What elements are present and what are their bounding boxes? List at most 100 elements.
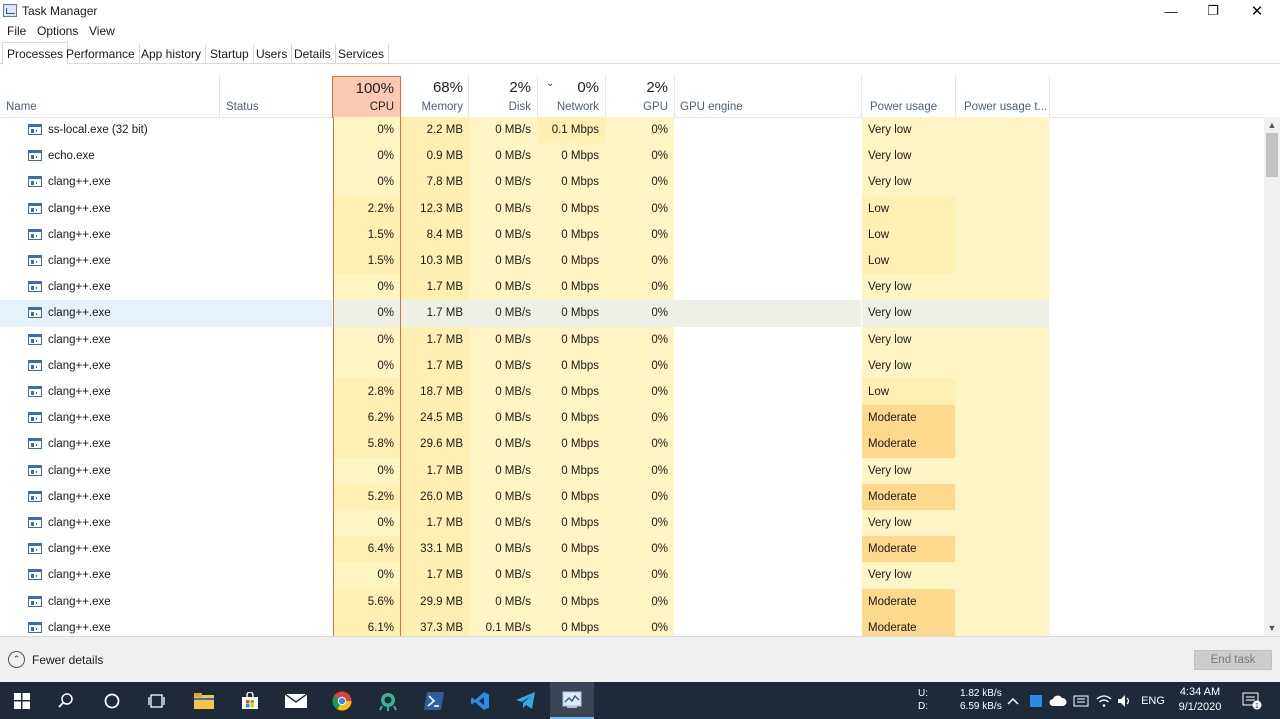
process-row[interactable]: clang++.exe 5.6% 29.9 MB 0 MB/s 0 Mbps 0… bbox=[0, 588, 1264, 615]
col-status[interactable]: Status bbox=[220, 76, 332, 118]
process-memory: 33.1 MB bbox=[401, 536, 469, 563]
tab-processes[interactable]: Processes bbox=[2, 42, 69, 65]
col-name[interactable]: Name bbox=[0, 76, 219, 118]
scroll-thumb[interactable] bbox=[1266, 133, 1278, 177]
chrome-icon[interactable] bbox=[320, 682, 364, 719]
process-row[interactable]: clang++.exe 2.2% 12.3 MB 0 MB/s 0 Mbps 0… bbox=[0, 195, 1264, 222]
col-cpu[interactable]: 100% CPU bbox=[332, 76, 401, 118]
process-gpu-engine bbox=[674, 458, 861, 484]
vertical-scrollbar[interactable]: ▲ ▼ bbox=[1264, 117, 1280, 636]
mail-icon[interactable] bbox=[274, 682, 318, 719]
process-cpu: 5.6% bbox=[333, 588, 401, 615]
process-row[interactable]: clang++.exe 5.8% 29.6 MB 0 MB/s 0 Mbps 0… bbox=[0, 431, 1264, 458]
process-gpu: 0% bbox=[605, 326, 674, 353]
process-memory: 29.9 MB bbox=[401, 588, 469, 615]
store-icon[interactable] bbox=[228, 682, 272, 719]
process-icon bbox=[28, 621, 42, 633]
process-gpu: 0% bbox=[605, 405, 674, 432]
menu-options[interactable]: Options bbox=[37, 24, 78, 38]
col-name-label: Name bbox=[6, 101, 37, 113]
process-row[interactable]: clang++.exe 0% 1.7 MB 0 MB/s 0 Mbps 0% V… bbox=[0, 562, 1264, 589]
process-row[interactable]: clang++.exe 0% 1.7 MB 0 MB/s 0 Mbps 0% V… bbox=[0, 457, 1264, 484]
menu-file[interactable]: File bbox=[7, 24, 26, 38]
process-row[interactable]: clang++.exe 6.2% 24.5 MB 0 MB/s 0 Mbps 0… bbox=[0, 405, 1264, 432]
col-memory[interactable]: 68% Memory bbox=[401, 76, 469, 118]
close-button[interactable]: ✕ bbox=[1234, 0, 1280, 22]
process-row[interactable]: clang++.exe 2.8% 18.7 MB 0 MB/s 0 Mbps 0… bbox=[0, 379, 1264, 406]
process-row[interactable]: clang++.exe 0% 1.7 MB 0 MB/s 0 Mbps 0% V… bbox=[0, 510, 1264, 537]
process-row[interactable]: clang++.exe 0% 1.7 MB 0 MB/s 0 Mbps 0% V… bbox=[0, 326, 1264, 353]
onedrive-icon[interactable] bbox=[1048, 682, 1068, 719]
process-gpu: 0% bbox=[605, 248, 674, 275]
scroll-down-icon[interactable]: ▼ bbox=[1264, 620, 1280, 636]
app-tray-icon[interactable] bbox=[1028, 682, 1044, 719]
process-cpu: 1.5% bbox=[333, 248, 401, 275]
process-row[interactable]: clang++.exe 5.2% 26.0 MB 0 MB/s 0 Mbps 0… bbox=[0, 483, 1264, 510]
process-network: 0 Mbps bbox=[537, 248, 605, 275]
process-row[interactable]: clang++.exe 1.5% 8.4 MB 0 MB/s 0 Mbps 0%… bbox=[0, 221, 1264, 248]
process-row[interactable]: clang++.exe 0% 1.7 MB 0 MB/s 0 Mbps 0% V… bbox=[0, 300, 1264, 327]
tab-startup[interactable]: Startup bbox=[206, 44, 254, 64]
process-row[interactable]: clang++.exe 0% 7.8 MB 0 MB/s 0 Mbps 0% V… bbox=[0, 169, 1264, 196]
input-method-icon[interactable] bbox=[1072, 682, 1090, 719]
process-row[interactable]: echo.exe 0% 0.9 MB 0 MB/s 0 Mbps 0% Very… bbox=[0, 143, 1264, 170]
scroll-up-icon[interactable]: ▲ bbox=[1264, 117, 1280, 133]
process-cpu: 2.2% bbox=[333, 195, 401, 222]
process-memory: 24.5 MB bbox=[401, 405, 469, 432]
gitkraken-icon[interactable] bbox=[366, 682, 410, 719]
search-icon[interactable] bbox=[44, 682, 88, 719]
col-gpu-engine[interactable]: GPU engine bbox=[674, 76, 861, 118]
process-name: clang++.exe bbox=[48, 621, 111, 634]
vscode-icon[interactable] bbox=[458, 682, 502, 719]
process-gpu: 0% bbox=[605, 117, 674, 144]
process-row[interactable]: clang++.exe 0% 1.7 MB 0 MB/s 0 Mbps 0% V… bbox=[0, 274, 1264, 301]
tab-app-history[interactable]: App history bbox=[137, 44, 207, 64]
process-row[interactable]: ss-local.exe (32 bit) 0% 2.2 MB 0 MB/s 0… bbox=[0, 117, 1264, 144]
tab-services[interactable]: Services bbox=[334, 44, 390, 64]
process-row[interactable]: clang++.exe 6.4% 33.1 MB 0 MB/s 0 Mbps 0… bbox=[0, 536, 1264, 563]
restore-button[interactable]: ❐ bbox=[1190, 0, 1236, 22]
start-windows-icon[interactable] bbox=[0, 682, 44, 719]
task-manager-taskbar-icon[interactable] bbox=[550, 682, 594, 719]
window-title: Task Manager bbox=[22, 4, 98, 18]
col-cpu-label: CPU bbox=[369, 101, 394, 113]
process-gpu: 0% bbox=[605, 221, 674, 248]
minimize-button[interactable]: — bbox=[1148, 0, 1194, 22]
col-gpu[interactable]: 2% GPU bbox=[605, 76, 674, 118]
wifi-icon[interactable] bbox=[1095, 682, 1113, 719]
volume-icon[interactable] bbox=[1116, 682, 1134, 719]
process-cpu: 6.1% bbox=[333, 614, 401, 636]
process-network: 0 Mbps bbox=[537, 379, 605, 406]
chevron-up-icon[interactable]: ⌃ bbox=[8, 651, 25, 668]
process-power-usage-trend bbox=[955, 274, 1049, 301]
telegram-icon[interactable] bbox=[504, 682, 548, 719]
file-explorer-icon[interactable] bbox=[182, 682, 226, 719]
process-memory: 1.7 MB bbox=[401, 352, 469, 379]
show-hidden-icons-icon[interactable] bbox=[1005, 682, 1021, 719]
process-icon bbox=[28, 228, 42, 240]
tab-details[interactable]: Details bbox=[290, 44, 336, 64]
menu-view[interactable]: View bbox=[89, 24, 115, 38]
process-row[interactable]: clang++.exe 0% 1.7 MB 0 MB/s 0 Mbps 0% V… bbox=[0, 352, 1264, 379]
cortana-icon[interactable] bbox=[90, 682, 134, 719]
process-row[interactable]: clang++.exe 1.5% 10.3 MB 0 MB/s 0 Mbps 0… bbox=[0, 248, 1264, 275]
tab-performance[interactable]: Performance bbox=[62, 44, 140, 64]
col-power-usage[interactable]: Power usage bbox=[862, 76, 955, 118]
col-power-usage-trend[interactable]: Power usage t... bbox=[956, 76, 1049, 118]
net-down-value: 6.59 kB/s bbox=[960, 701, 1002, 712]
fewer-details-link[interactable]: Fewer details bbox=[32, 653, 103, 667]
net-speed-meter: U: 1.82 kB/s D: 6.59 kB/s bbox=[918, 687, 1002, 713]
end-task-button[interactable]: End task bbox=[1194, 650, 1272, 670]
process-power-usage-trend bbox=[955, 614, 1049, 636]
powershell-icon[interactable] bbox=[412, 682, 456, 719]
process-power-usage-trend bbox=[955, 588, 1049, 615]
process-gpu: 0% bbox=[605, 536, 674, 563]
task-view-icon[interactable] bbox=[135, 682, 179, 719]
col-divider[interactable] bbox=[1049, 76, 1050, 118]
col-disk[interactable]: 2% Disk bbox=[469, 76, 537, 118]
language-indicator[interactable]: ENG bbox=[1140, 682, 1166, 719]
action-center-icon[interactable]: 1 bbox=[1240, 682, 1264, 719]
tab-users[interactable]: Users bbox=[252, 44, 293, 64]
process-row[interactable]: clang++.exe 6.1% 37.3 MB 0.1 MB/s 0 Mbps… bbox=[0, 614, 1264, 636]
clock[interactable]: 4:34 AM 9/1/2020 bbox=[1174, 685, 1226, 715]
